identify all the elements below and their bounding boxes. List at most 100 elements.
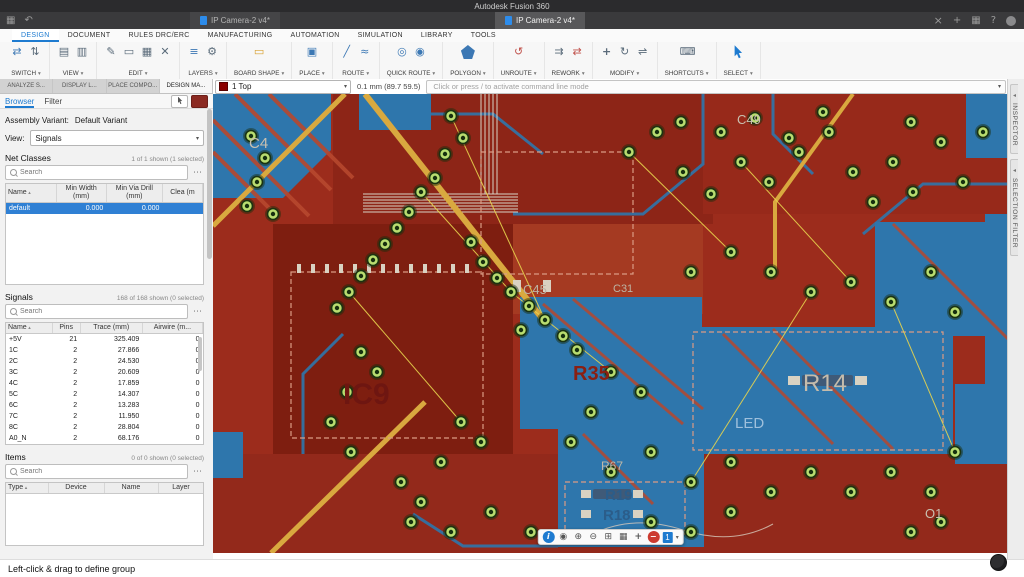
- via[interactable]: [583, 404, 599, 420]
- via[interactable]: [503, 284, 519, 300]
- via[interactable]: [683, 264, 699, 280]
- via[interactable]: [513, 322, 529, 338]
- table-row[interactable]: 1C227.8660: [6, 345, 203, 356]
- via[interactable]: [621, 144, 637, 160]
- rotate-icon[interactable]: [618, 45, 632, 59]
- via[interactable]: [683, 524, 699, 540]
- copy-icon[interactable]: [122, 45, 136, 59]
- component-label[interactable]: LED: [735, 415, 764, 432]
- via[interactable]: [947, 444, 963, 460]
- via[interactable]: [413, 494, 429, 510]
- column-header[interactable]: Min Via Drill (mm): [106, 184, 162, 203]
- via[interactable]: [781, 130, 797, 146]
- pcb-viewport[interactable]: C4C49C45C31IC9R35R14LEDR67R19R18O1 1▾: [213, 94, 1008, 553]
- switch-icon[interactable]: [10, 45, 24, 59]
- table-row[interactable]: 8C228.8040: [6, 422, 203, 433]
- via[interactable]: [437, 146, 453, 162]
- document-tab[interactable]: IP Camera-2 v4*: [190, 12, 280, 29]
- quick-route-icon[interactable]: [395, 45, 409, 59]
- via[interactable]: [401, 204, 417, 220]
- via[interactable]: [443, 108, 459, 124]
- close-tab-icon[interactable]: [934, 12, 943, 30]
- via[interactable]: [265, 206, 281, 222]
- polygon-icon[interactable]: [461, 45, 475, 59]
- via[interactable]: [643, 444, 659, 460]
- component-label[interactable]: R14: [803, 370, 847, 397]
- side-tab-inspector[interactable]: ◂INSPECTOR: [1010, 84, 1018, 154]
- help-icon[interactable]: [991, 12, 996, 29]
- pick-select-button[interactable]: [171, 95, 188, 108]
- assembly-variant-value[interactable]: Default Variant: [75, 116, 127, 125]
- via[interactable]: [563, 434, 579, 450]
- zoom-in-icon[interactable]: [572, 531, 584, 543]
- via[interactable]: [673, 114, 689, 130]
- via[interactable]: [843, 274, 859, 290]
- grid-view-icon[interactable]: [57, 45, 71, 59]
- component-label[interactable]: R19: [605, 487, 633, 504]
- via[interactable]: [733, 154, 749, 170]
- command-line[interactable]: ▾: [426, 80, 1006, 94]
- component-label[interactable]: C31: [613, 283, 633, 295]
- via[interactable]: [703, 186, 719, 202]
- remove-icon[interactable]: [647, 531, 659, 543]
- component-label[interactable]: C45: [523, 282, 547, 297]
- via[interactable]: [883, 464, 899, 480]
- column-header[interactable]: Pins: [52, 323, 80, 334]
- pcb-canvas[interactable]: C4C49C45C31IC9R35R14LEDR67R19R18O1: [213, 94, 1008, 553]
- toolbar-label-rework[interactable]: REWORK▾: [552, 70, 585, 77]
- pan-icon[interactable]: [632, 531, 644, 543]
- via[interactable]: [377, 236, 393, 252]
- via[interactable]: [903, 524, 919, 540]
- shortcuts-icon[interactable]: [680, 45, 694, 59]
- signals-search-input[interactable]: [6, 305, 203, 318]
- route-icon[interactable]: [340, 45, 354, 59]
- signals-scrollbar[interactable]: [198, 337, 202, 371]
- menu-tab-automation[interactable]: AUTOMATION: [282, 29, 349, 42]
- paste-icon[interactable]: [140, 45, 154, 59]
- column-header[interactable]: Layer: [158, 483, 204, 494]
- autoroute-icon[interactable]: [413, 45, 427, 59]
- column-header[interactable]: Type ▴: [6, 483, 48, 494]
- dropdown-caret-icon[interactable]: ▾: [676, 534, 679, 541]
- via[interactable]: [443, 524, 459, 540]
- toolbar-label-board-shape[interactable]: BOARD SHAPE▾: [234, 70, 284, 77]
- via[interactable]: [453, 414, 469, 430]
- via[interactable]: [239, 198, 255, 214]
- toolbar-label-unroute[interactable]: UNROUTE▾: [501, 70, 537, 77]
- toolbar-label-modify[interactable]: MODIFY▾: [610, 70, 639, 77]
- select-icon[interactable]: [731, 45, 745, 59]
- via[interactable]: [489, 270, 505, 286]
- panel-tab-design-ma[interactable]: DESIGN MA...: [160, 79, 213, 93]
- place-icon[interactable]: [305, 45, 319, 59]
- toolbar-label-quick-route[interactable]: QUICK ROUTE▾: [387, 70, 436, 77]
- via[interactable]: [843, 484, 859, 500]
- menu-tab-tools[interactable]: TOOLS: [462, 29, 505, 42]
- extensions-icon[interactable]: [971, 12, 980, 29]
- via[interactable]: [555, 328, 571, 344]
- visibility-icon[interactable]: [557, 531, 569, 543]
- layers-icon[interactable]: [187, 45, 201, 59]
- via[interactable]: [393, 474, 409, 490]
- via[interactable]: [249, 174, 265, 190]
- via[interactable]: [761, 174, 777, 190]
- via[interactable]: [343, 444, 359, 460]
- via[interactable]: [923, 264, 939, 280]
- via[interactable]: [433, 454, 449, 470]
- via[interactable]: [413, 184, 429, 200]
- via[interactable]: [341, 284, 357, 300]
- via[interactable]: [885, 154, 901, 170]
- layers-view-icon[interactable]: [75, 45, 89, 59]
- route-bus-icon[interactable]: [358, 45, 372, 59]
- via[interactable]: [845, 164, 861, 180]
- unroute-icon[interactable]: [512, 45, 526, 59]
- menu-tab-library[interactable]: LIBRARY: [412, 29, 462, 42]
- toolbar-label-polygon[interactable]: POLYGON▾: [450, 70, 485, 77]
- via[interactable]: [803, 284, 819, 300]
- via[interactable]: [975, 124, 991, 140]
- side-tab-selection-filter[interactable]: ◂SELECTION FILTER: [1010, 159, 1018, 256]
- via[interactable]: [713, 124, 729, 140]
- via[interactable]: [389, 220, 405, 236]
- via[interactable]: [905, 184, 921, 200]
- toolbar-label-select[interactable]: SELECT▾: [724, 70, 753, 77]
- via[interactable]: [329, 300, 345, 316]
